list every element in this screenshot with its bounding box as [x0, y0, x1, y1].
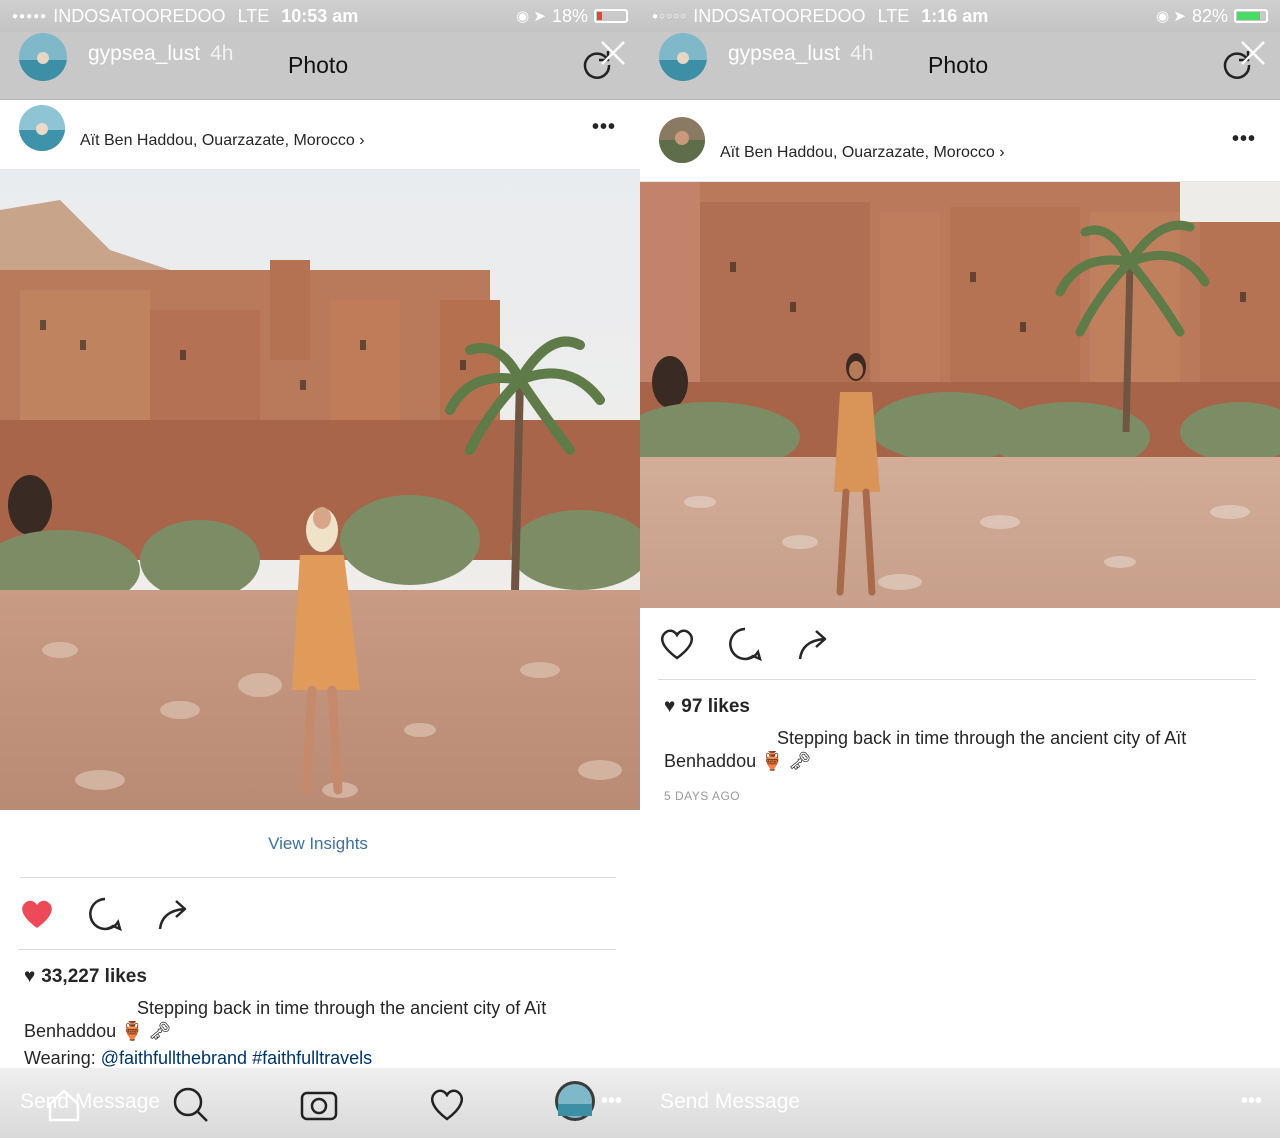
story-header: gypsea_lust 4h Photo	[640, 32, 1280, 100]
post-header: Aït Ben Haddou, Ouarzazate, Morocco › ••…	[640, 112, 1280, 182]
battery-icon	[594, 9, 628, 23]
caption: Stepping back in time through the ancien…	[664, 727, 1240, 773]
story-age: 4h	[210, 42, 234, 65]
story-username[interactable]: gypsea_lust 4h	[728, 42, 873, 66]
location-link[interactable]: Aït Ben Haddou, Ouarzazate, Morocco ›	[80, 132, 365, 150]
post-age: 5 DAYS AGO	[664, 789, 741, 803]
story-title: Photo	[928, 52, 989, 78]
chevron-right-icon: ›	[999, 144, 1005, 161]
comment-icon[interactable]	[726, 625, 764, 663]
carrier-name: INDOSATOOREDOO	[53, 5, 226, 26]
bottom-bar: Send Message •••	[0, 1068, 640, 1138]
heart-small-icon: ♥	[664, 696, 676, 717]
location-icon: ◉ ➤	[516, 8, 546, 25]
caption-line-2: Benhaddou 🏺 🗝	[664, 751, 812, 771]
chevron-right-icon: ›	[359, 132, 365, 149]
location-icon: ◉ ➤	[1156, 8, 1186, 25]
close-icon[interactable]	[1240, 40, 1266, 66]
post-photo[interactable]	[0, 170, 640, 810]
signal-icon: ●○○○○	[652, 10, 688, 22]
post-header: Aït Ben Haddou, Ouarzazate, Morocco › ••…	[0, 100, 640, 170]
action-bar	[18, 878, 616, 950]
wearing-line: Wearing: @faithfullthebrand #faithfulltr…	[24, 1048, 373, 1068]
share-icon[interactable]	[154, 895, 192, 933]
more-options-icon[interactable]: •••	[1232, 128, 1256, 151]
status-bar: ●○○○○ INDOSATOOREDOO LTE 1:16 am ◉ ➤ 82%	[640, 0, 1280, 32]
profile-icon[interactable]	[554, 1080, 596, 1122]
send-message-input[interactable]: Send Message	[20, 1090, 160, 1114]
likes-count[interactable]: ♥ 33,227 likes	[24, 966, 147, 988]
story-title: Photo	[288, 52, 349, 78]
caption-line-1: Stepping back in time through the ancien…	[137, 998, 547, 1018]
likes-count[interactable]: ♥ 97 likes	[664, 696, 750, 718]
activity-heart-icon[interactable]	[427, 1084, 467, 1124]
camera-icon[interactable]	[299, 1084, 339, 1124]
left-screenshot: ●●●●● INDOSATOOREDOO LTE 10:53 am ◉ ➤ 18…	[0, 0, 640, 1138]
post-avatar[interactable]	[18, 104, 66, 152]
story-username[interactable]: gypsea_lust 4h	[88, 42, 233, 66]
caption: Stepping back in time through the ancien…	[24, 997, 600, 1043]
battery-percent: 82%	[1191, 5, 1228, 26]
more-options-icon[interactable]: •••	[592, 116, 616, 139]
caption-line-1: Stepping back in time through the ancien…	[777, 728, 1187, 748]
caption-line-2: Benhaddou 🏺 🗝	[24, 1021, 172, 1041]
action-bar	[658, 608, 1256, 680]
story-header: gypsea_lust 4h Photo	[0, 32, 640, 100]
view-insights-link[interactable]: View Insights	[20, 820, 616, 878]
heart-outline-icon[interactable]	[658, 625, 696, 663]
comment-icon[interactable]	[86, 895, 124, 933]
more-icon[interactable]: •••	[1241, 1090, 1262, 1113]
post-avatar[interactable]	[658, 116, 706, 164]
send-message-input[interactable]: Send Message	[660, 1090, 800, 1114]
search-icon[interactable]	[170, 1084, 210, 1124]
wearing-tags[interactable]: @faithfullthebrand #faithfulltravels	[101, 1048, 372, 1068]
status-time: 1:16 am	[921, 5, 989, 26]
right-screenshot: ●○○○○ INDOSATOOREDOO LTE 1:16 am ◉ ➤ 82%…	[640, 0, 1280, 1138]
battery-icon	[1234, 9, 1268, 23]
bottom-bar: Send Message •••	[640, 1068, 1280, 1138]
post-photo[interactable]	[640, 182, 1280, 608]
network-type: LTE	[877, 5, 910, 26]
location-link[interactable]: Aït Ben Haddou, Ouarzazate, Morocco ›	[720, 144, 1005, 162]
more-icon[interactable]: •••	[601, 1090, 622, 1113]
battery-percent: 18%	[551, 5, 588, 26]
heart-small-icon: ♥	[24, 966, 36, 987]
heart-filled-icon[interactable]	[18, 895, 56, 933]
share-icon[interactable]	[794, 625, 832, 663]
network-type: LTE	[237, 5, 270, 26]
status-time: 10:53 am	[281, 5, 359, 26]
signal-icon: ●●●●●	[12, 10, 48, 22]
story-age: 4h	[850, 42, 874, 65]
status-bar: ●●●●● INDOSATOOREDOO LTE 10:53 am ◉ ➤ 18…	[0, 0, 640, 32]
close-icon[interactable]	[600, 40, 626, 66]
story-avatar[interactable]	[18, 32, 68, 82]
carrier-name: INDOSATOOREDOO	[693, 5, 866, 26]
story-avatar[interactable]	[658, 32, 708, 82]
